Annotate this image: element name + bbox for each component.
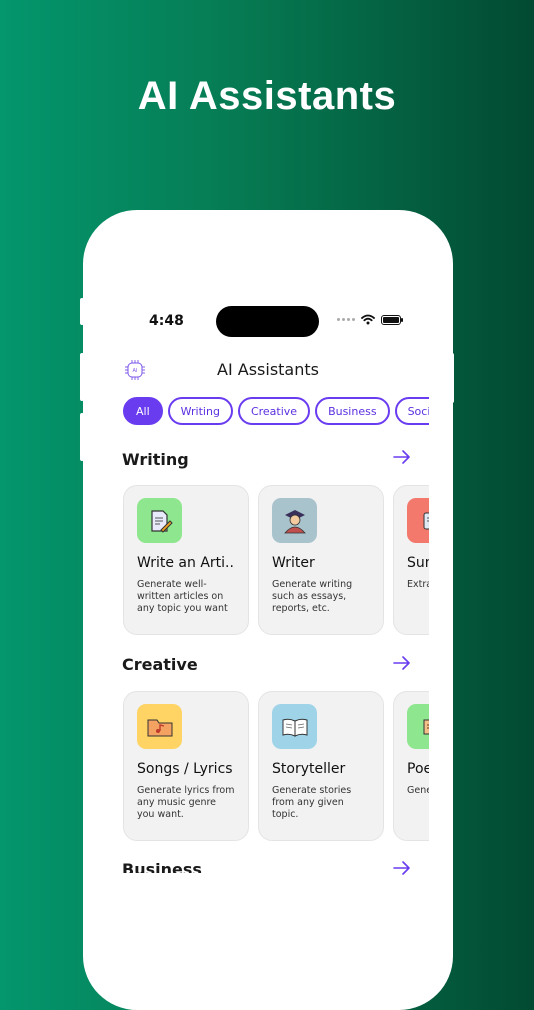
document-pen-icon bbox=[137, 498, 182, 543]
card-title: Write an Arti... bbox=[137, 555, 235, 571]
summary-icon bbox=[407, 498, 429, 543]
chip-business[interactable]: Business bbox=[315, 397, 390, 425]
arrow-right-icon[interactable] bbox=[393, 450, 411, 464]
card-description: Extract from bbox=[407, 579, 429, 590]
music-folder-icon bbox=[137, 704, 182, 749]
app-title: AI Assistants bbox=[217, 360, 319, 379]
phone-frame: 4:48 AI AI Assistants All Writing Creative… bbox=[83, 210, 453, 1010]
section-title-creative: Creative bbox=[122, 655, 198, 674]
card-songs-lyrics[interactable]: Songs / Lyrics Generate lyrics from any … bbox=[123, 691, 249, 841]
card-description: Generate stories from any given topic. bbox=[272, 785, 352, 820]
card-storyteller[interactable]: Storyteller Generate stories from any gi… bbox=[258, 691, 384, 841]
chip-creative[interactable]: Creative bbox=[237, 397, 311, 425]
card-description: Generate writing such as essays, reports… bbox=[272, 579, 353, 614]
card-title: Writer bbox=[272, 555, 315, 571]
graduate-writer-icon bbox=[272, 498, 317, 543]
card-description: Generate well-written articles on any to… bbox=[137, 579, 228, 614]
card-write-article[interactable]: Write an Arti... Generate well-written a… bbox=[123, 485, 249, 635]
card-title: Sum bbox=[407, 555, 429, 571]
battery-icon bbox=[381, 314, 403, 325]
open-book-icon bbox=[272, 704, 317, 749]
dynamic-island bbox=[216, 306, 319, 337]
card-title: Songs / Lyrics bbox=[137, 761, 233, 777]
chip-all[interactable]: All bbox=[123, 397, 163, 425]
creative-cards: Songs / Lyrics Generate lyrics from any … bbox=[123, 691, 429, 843]
card-description: Gene differ bbox=[407, 785, 429, 796]
card-poem[interactable]: Poe Gene differ bbox=[393, 691, 429, 841]
scroll-icon bbox=[407, 704, 429, 749]
card-title: Poe bbox=[407, 761, 429, 777]
wifi-icon bbox=[361, 314, 375, 325]
card-summarize[interactable]: Sum Extract from bbox=[393, 485, 429, 635]
card-writer[interactable]: Writer Generate writing such as essays, … bbox=[258, 485, 384, 635]
arrow-right-icon[interactable] bbox=[393, 656, 411, 670]
chip-writing[interactable]: Writing bbox=[167, 397, 233, 425]
section-title-business: Business bbox=[122, 860, 202, 873]
signal-icon bbox=[337, 318, 355, 321]
status-time: 4:48 bbox=[149, 313, 184, 329]
arrow-right-icon[interactable] bbox=[393, 861, 411, 875]
card-title: Storyteller bbox=[272, 761, 346, 777]
chip-social[interactable]: Social bbox=[394, 397, 429, 425]
section-title-writing: Writing bbox=[122, 450, 189, 469]
category-chips: AllWritingCreativeBusinessSocial bbox=[123, 397, 429, 429]
status-icons bbox=[337, 314, 403, 325]
writing-cards: Write an Arti... Generate well-written a… bbox=[123, 485, 429, 637]
promo-headline: AI Assistants bbox=[137, 74, 397, 118]
card-description: Generate lyrics from any music genre you… bbox=[137, 785, 235, 820]
